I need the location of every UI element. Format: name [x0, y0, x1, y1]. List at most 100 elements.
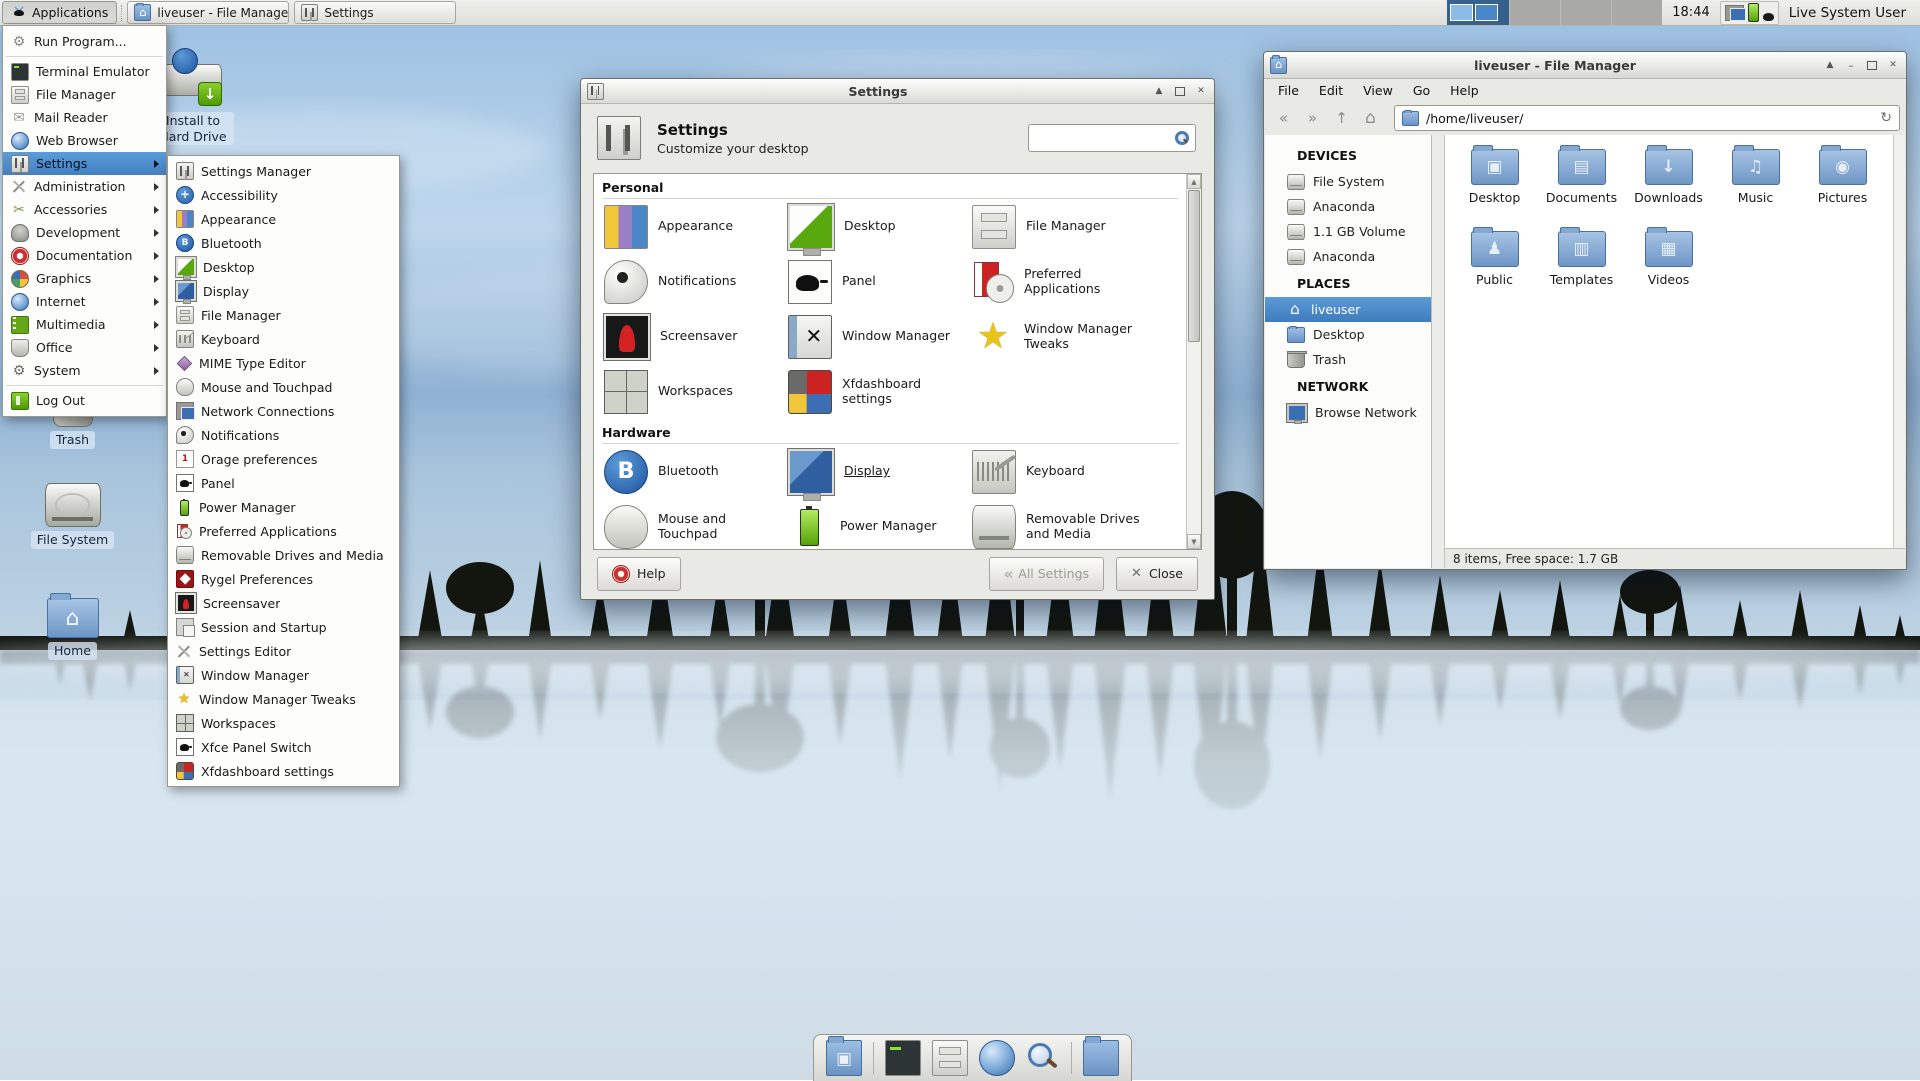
submenu-item[interactable]: Panel [168, 471, 399, 495]
menu-item[interactable]: Web Browser [3, 129, 166, 152]
submenu-item[interactable]: Mouse and Touchpad [168, 375, 399, 399]
menubar-item[interactable]: View [1353, 83, 1403, 98]
path-bar[interactable]: /home/liveuser/ ↻ [1394, 105, 1900, 131]
submenu-item[interactable]: Session and Startup [168, 615, 399, 639]
settings-item[interactable]: Workspaces [602, 364, 786, 419]
scroll-down-icon[interactable]: ▼ [1187, 534, 1201, 549]
workspace-pager[interactable] [1447, 0, 1510, 25]
scrollbar-thumb[interactable] [1188, 190, 1200, 342]
submenu-item[interactable]: Appearance [168, 207, 399, 231]
globe-cursor-icon[interactable] [979, 1040, 1015, 1076]
submenu-item[interactable]: Preferred Applications [168, 519, 399, 543]
applications-button[interactable]: Applications [2, 1, 118, 24]
menu-item[interactable]: Administration [3, 175, 166, 198]
menu-item[interactable]: Terminal Emulator [3, 60, 166, 83]
file-area-scrollbar[interactable] [1893, 135, 1905, 549]
submenu-item[interactable]: Bluetooth [168, 231, 399, 255]
forward-icon[interactable]: » [1299, 106, 1326, 131]
menu-item[interactable]: Multimedia [3, 313, 166, 336]
back-icon[interactable]: « [1270, 106, 1297, 131]
folder-item[interactable]: Public [1451, 225, 1538, 307]
settings-item[interactable]: Panel [786, 254, 970, 309]
folder-item[interactable]: Templates [1538, 225, 1625, 307]
shade-button[interactable]: ▲ [1823, 58, 1837, 72]
settings-item[interactable]: Bluetooth [602, 444, 786, 499]
settings-item[interactable]: File Manager [970, 199, 1179, 254]
menubar-item[interactable]: Edit [1309, 83, 1353, 98]
submenu-item[interactable]: Network Connections [168, 399, 399, 423]
battery-icon[interactable] [1747, 3, 1759, 22]
sidebar-item[interactable]: Desktop [1265, 322, 1431, 347]
sidebar-scrollbar[interactable] [1432, 135, 1445, 568]
menu-item[interactable]: Accessories [3, 198, 166, 221]
scroll-up-icon[interactable]: ▲ [1187, 174, 1201, 189]
settings-item[interactable]: Removable Drives and Media [970, 499, 1179, 549]
all-settings-button[interactable]: « All Settings [988, 556, 1105, 591]
submenu-item[interactable]: Accessibility [168, 183, 399, 207]
network-icon[interactable] [1724, 4, 1746, 22]
menu-item[interactable]: Development [3, 221, 166, 244]
menu-item[interactable]: Log Out [3, 389, 166, 412]
settings-item[interactable]: Preferred Applications [970, 254, 1179, 309]
sidebar-item[interactable]: 1.1 GB Volume [1265, 219, 1431, 244]
terminal-icon[interactable] [885, 1040, 921, 1076]
sidebar-item[interactable]: liveuser [1265, 297, 1431, 322]
settings-item[interactable]: Display [786, 444, 970, 502]
desktop-folder-icon[interactable] [826, 1036, 862, 1076]
sidebar-item[interactable]: DEVICES [1265, 141, 1431, 169]
sidebar-item[interactable]: NETWORK [1265, 372, 1431, 400]
desktop-icon-filesystem[interactable]: File System [20, 483, 125, 549]
menubar-item[interactable]: Go [1403, 83, 1440, 98]
filecab-icon[interactable] [932, 1040, 968, 1076]
submenu-item[interactable]: Orage preferences [168, 447, 399, 471]
submenu-item[interactable]: Xfce Panel Switch [168, 735, 399, 759]
reload-icon[interactable]: ↻ [1880, 110, 1892, 126]
fm-titlebar[interactable]: liveuser - File Manager ▲ – ✕ [1264, 52, 1906, 79]
sidebar-item[interactable]: Trash [1265, 347, 1431, 372]
folder-item[interactable]: Documents [1538, 143, 1625, 225]
workspace-1[interactable] [1450, 4, 1474, 21]
submenu-item[interactable]: Display [168, 279, 399, 304]
submenu-item[interactable]: Settings Manager [168, 159, 399, 183]
clock[interactable]: 18:44 [1662, 5, 1719, 20]
task-button[interactable]: liveuser - File Manager [127, 1, 290, 24]
settings-item[interactable]: Power Manager [786, 499, 970, 549]
search-icon[interactable] [1026, 1041, 1060, 1075]
workspace-2[interactable] [1475, 4, 1499, 21]
mouse-icon[interactable] [1762, 12, 1774, 21]
submenu-item[interactable]: Window Manager [168, 663, 399, 687]
folder-item[interactable]: Videos [1625, 225, 1712, 307]
menu-item[interactable]: Office [3, 336, 166, 359]
settings-item[interactable]: Screensaver [602, 309, 786, 364]
folder-item[interactable]: Downloads [1625, 143, 1712, 225]
submenu-item[interactable]: Notifications [168, 423, 399, 447]
sidebar-item[interactable]: Browse Network [1265, 400, 1431, 425]
submenu-item[interactable]: Window Manager Tweaks [168, 687, 399, 711]
help-button[interactable]: Help [597, 556, 681, 591]
submenu-item[interactable]: Desktop [168, 255, 399, 280]
settings-item[interactable]: Desktop [786, 199, 970, 257]
submenu-item[interactable]: Screensaver [168, 591, 399, 615]
submenu-item[interactable]: Xfdashboard settings [168, 759, 399, 783]
sidebar-item[interactable]: PLACES [1265, 269, 1431, 297]
menubar-item[interactable]: Help [1440, 83, 1489, 98]
folder-item[interactable]: Desktop [1451, 143, 1538, 225]
search-input[interactable] [1034, 130, 1174, 146]
submenu-item[interactable]: Removable Drives and Media [168, 543, 399, 567]
up-icon[interactable]: ↑ [1328, 106, 1355, 131]
sidebar-item[interactable]: Anaconda [1265, 244, 1431, 269]
settings-item[interactable]: Window Manager Tweaks [970, 309, 1179, 364]
submenu-item[interactable]: MIME Type Editor [168, 351, 399, 375]
menubar-item[interactable]: File [1268, 83, 1309, 98]
menu-item[interactable]: System [3, 359, 166, 382]
close-button[interactable]: ✕ [1886, 58, 1900, 72]
settings-scrollbar[interactable]: ▲ ▼ [1186, 174, 1201, 549]
settings-item[interactable]: Keyboard [970, 444, 1179, 499]
task-button[interactable]: Settings [294, 1, 457, 24]
menu-item[interactable]: Documentation [3, 244, 166, 267]
sidebar-item[interactable]: Anaconda [1265, 194, 1431, 219]
menu-item[interactable]: Internet [3, 290, 166, 313]
menu-item[interactable]: Settings [3, 152, 166, 175]
close-button[interactable]: ✕ Close [1116, 556, 1198, 591]
menu-item[interactable]: File Manager [3, 83, 166, 106]
